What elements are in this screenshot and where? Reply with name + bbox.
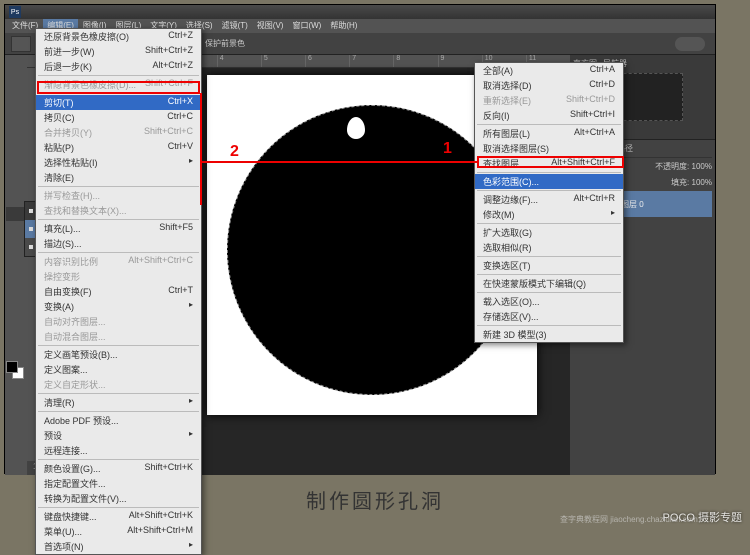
edit-menu-item-10[interactable]: 选择性粘贴(I) xyxy=(36,155,201,170)
edit-menu-item-13: 拼写检查(H)... xyxy=(36,188,201,203)
edit-menu-item-11[interactable]: 清除(E) xyxy=(36,170,201,185)
edit-menu-item-14: 查找和替换文本(X)... xyxy=(36,203,201,218)
clone-tool[interactable] xyxy=(6,177,24,191)
edit-menu-item-34[interactable]: 远程连接... xyxy=(36,443,201,458)
edit-menu-item-41[interactable]: 菜单(U)...Alt+Shift+Ctrl+M xyxy=(36,524,201,539)
zoom-tool[interactable] xyxy=(6,342,24,356)
edit-menu-item-4: 渐隐背景色橡皮擦(D)...Shift+Ctrl+F xyxy=(36,77,201,92)
edit-menu-dropdown: 还原背景色橡皮擦(O)Ctrl+Z前进一步(W)Shift+Ctrl+Z后退一步… xyxy=(35,28,202,555)
foreground-color[interactable] xyxy=(6,361,18,373)
edit-menu-item-38[interactable]: 转换为配置文件(V)... xyxy=(36,491,201,506)
shape-tool[interactable] xyxy=(6,312,24,326)
select-menu-item-9[interactable]: 色彩范围(C)... xyxy=(475,174,623,189)
hand-tool[interactable] xyxy=(6,327,24,341)
ruler-tick: 5 xyxy=(261,55,305,67)
menu-item-9[interactable]: 帮助(H) xyxy=(326,19,361,33)
lasso-tool[interactable] xyxy=(6,87,24,101)
edit-menu-item-21[interactable]: 自由变换(F)Ctrl+T xyxy=(36,284,201,299)
crop-tool[interactable] xyxy=(6,117,24,131)
edit-menu-item-40[interactable]: 键盘快捷键...Alt+Shift+Ctrl+K xyxy=(36,509,201,524)
type-tool[interactable] xyxy=(6,282,24,296)
fill-value[interactable]: 100% xyxy=(692,178,712,187)
select-menu-item-1[interactable]: 取消选择(D)Ctrl+D xyxy=(475,78,623,93)
tool-panel xyxy=(5,55,27,475)
edit-menu-item-27[interactable]: 定义图案... xyxy=(36,362,201,377)
healing-tool[interactable] xyxy=(6,147,24,161)
select-menu-item-19[interactable]: 在快速蒙版模式下编辑(Q) xyxy=(475,276,623,291)
magic-wand-tool[interactable] xyxy=(6,102,24,116)
protect-fg-label: 保护前景色 xyxy=(205,38,245,49)
edit-menu-item-6[interactable]: 剪切(T)Ctrl+X xyxy=(36,95,201,110)
menu-item-6[interactable]: 滤镜(T) xyxy=(218,19,252,33)
edit-menu-item-37[interactable]: 指定配置文件... xyxy=(36,476,201,491)
edit-menu-item-2[interactable]: 后退一步(K)Alt+Ctrl+Z xyxy=(36,59,201,74)
workspace-switcher[interactable] xyxy=(675,37,705,51)
edit-menu-item-19: 内容识别比例Alt+Shift+Ctrl+C xyxy=(36,254,201,269)
edit-menu-item-42[interactable]: 首选项(N) xyxy=(36,539,201,554)
edit-menu-item-36[interactable]: 颜色设置(G)...Shift+Ctrl+K xyxy=(36,461,201,476)
eraser-tool[interactable] xyxy=(6,207,24,221)
select-menu-item-12[interactable]: 修改(M) xyxy=(475,207,623,222)
select-menu-item-5[interactable]: 所有图层(L)Alt+Ctrl+A xyxy=(475,126,623,141)
select-menu-item-22[interactable]: 存储选区(V)... xyxy=(475,309,623,324)
edit-menu-item-26[interactable]: 定义画笔预设(B)... xyxy=(36,347,201,362)
edit-menu-item-0[interactable]: 还原背景色橡皮擦(O)Ctrl+Z xyxy=(36,29,201,44)
edit-menu-item-9[interactable]: 粘贴(P)Ctrl+V xyxy=(36,140,201,155)
dodge-tool[interactable] xyxy=(6,252,24,266)
color-swatches[interactable] xyxy=(6,361,24,379)
select-menu-item-15[interactable]: 选取相似(R) xyxy=(475,240,623,255)
ruler-tick: 7 xyxy=(349,55,393,67)
edit-menu-item-33[interactable]: 预设 xyxy=(36,428,201,443)
edit-menu-item-30[interactable]: 清理(R) xyxy=(36,395,201,410)
ps-logo-icon: Ps xyxy=(9,6,21,18)
select-menu-item-2: 重新选择(E)Shift+Ctrl+D xyxy=(475,93,623,108)
select-menu-item-14[interactable]: 扩大选取(G) xyxy=(475,225,623,240)
tool-preset-icon[interactable] xyxy=(11,36,31,52)
select-menu-item-3[interactable]: 反向(I)Shift+Ctrl+I xyxy=(475,108,623,123)
select-menu-item-0[interactable]: 全部(A)Ctrl+A xyxy=(475,63,623,78)
edit-menu-item-1[interactable]: 前进一步(W)Shift+Ctrl+Z xyxy=(36,44,201,59)
path-tool[interactable] xyxy=(6,297,24,311)
layer-name[interactable]: 图层 0 xyxy=(621,199,644,210)
fill-label: 填充: xyxy=(671,178,689,187)
select-menu-item-17[interactable]: 变换选区(T) xyxy=(475,258,623,273)
move-tool[interactable] xyxy=(6,57,24,71)
select-menu-item-6[interactable]: 取消选择图层(S) xyxy=(475,141,623,156)
edit-menu-item-24: 自动混合图层... xyxy=(36,329,201,344)
edit-menu-item-22[interactable]: 变换(A) xyxy=(36,299,201,314)
annotation-number-1: 1 xyxy=(443,140,452,158)
opacity-value[interactable]: 100% xyxy=(692,162,712,171)
edit-menu-item-32[interactable]: Adobe PDF 预设... xyxy=(36,413,201,428)
edit-menu-item-17[interactable]: 描边(S)... xyxy=(36,236,201,251)
ruler-tick: 8 xyxy=(393,55,437,67)
title-bar: Ps xyxy=(5,5,715,19)
white-blob-shape xyxy=(347,117,365,139)
edit-menu-item-20: 操控变形 xyxy=(36,269,201,284)
eyedropper-tool[interactable] xyxy=(6,132,24,146)
edit-menu-item-28: 定义自定形状... xyxy=(36,377,201,392)
blur-tool[interactable] xyxy=(6,237,24,251)
edit-menu-item-7[interactable]: 拷贝(C)Ctrl+C xyxy=(36,110,201,125)
marquee-tool[interactable] xyxy=(6,72,24,86)
select-menu-item-11[interactable]: 调整边缘(F)...Alt+Ctrl+R xyxy=(475,192,623,207)
history-brush-tool[interactable] xyxy=(6,192,24,206)
menu-item-7[interactable]: 视图(V) xyxy=(253,19,288,33)
edit-menu-item-23: 自动对齐图层... xyxy=(36,314,201,329)
select-menu-item-7[interactable]: 查找图层Alt+Shift+Ctrl+F xyxy=(475,156,623,171)
menu-item-8[interactable]: 窗口(W) xyxy=(288,19,325,33)
gradient-tool[interactable] xyxy=(6,222,24,236)
select-menu-item-24[interactable]: 新建 3D 模型(3) xyxy=(475,327,623,342)
pen-tool[interactable] xyxy=(6,267,24,281)
annotation-number-2: 2 xyxy=(230,143,239,161)
edit-menu-item-8: 合并拷贝(Y)Shift+Ctrl+C xyxy=(36,125,201,140)
watermark-site: 查字典教程网 jiaocheng.chazidian.com xyxy=(560,514,698,525)
edit-menu-item-16[interactable]: 填充(L)...Shift+F5 xyxy=(36,221,201,236)
opacity-label: 不透明度: xyxy=(655,162,689,171)
ruler-tick: 6 xyxy=(305,55,349,67)
select-menu-dropdown: 全部(A)Ctrl+A取消选择(D)Ctrl+D重新选择(E)Shift+Ctr… xyxy=(474,62,624,343)
brush-tool[interactable] xyxy=(6,162,24,176)
select-menu-item-21[interactable]: 载入选区(O)... xyxy=(475,294,623,309)
ruler-tick: 4 xyxy=(217,55,261,67)
